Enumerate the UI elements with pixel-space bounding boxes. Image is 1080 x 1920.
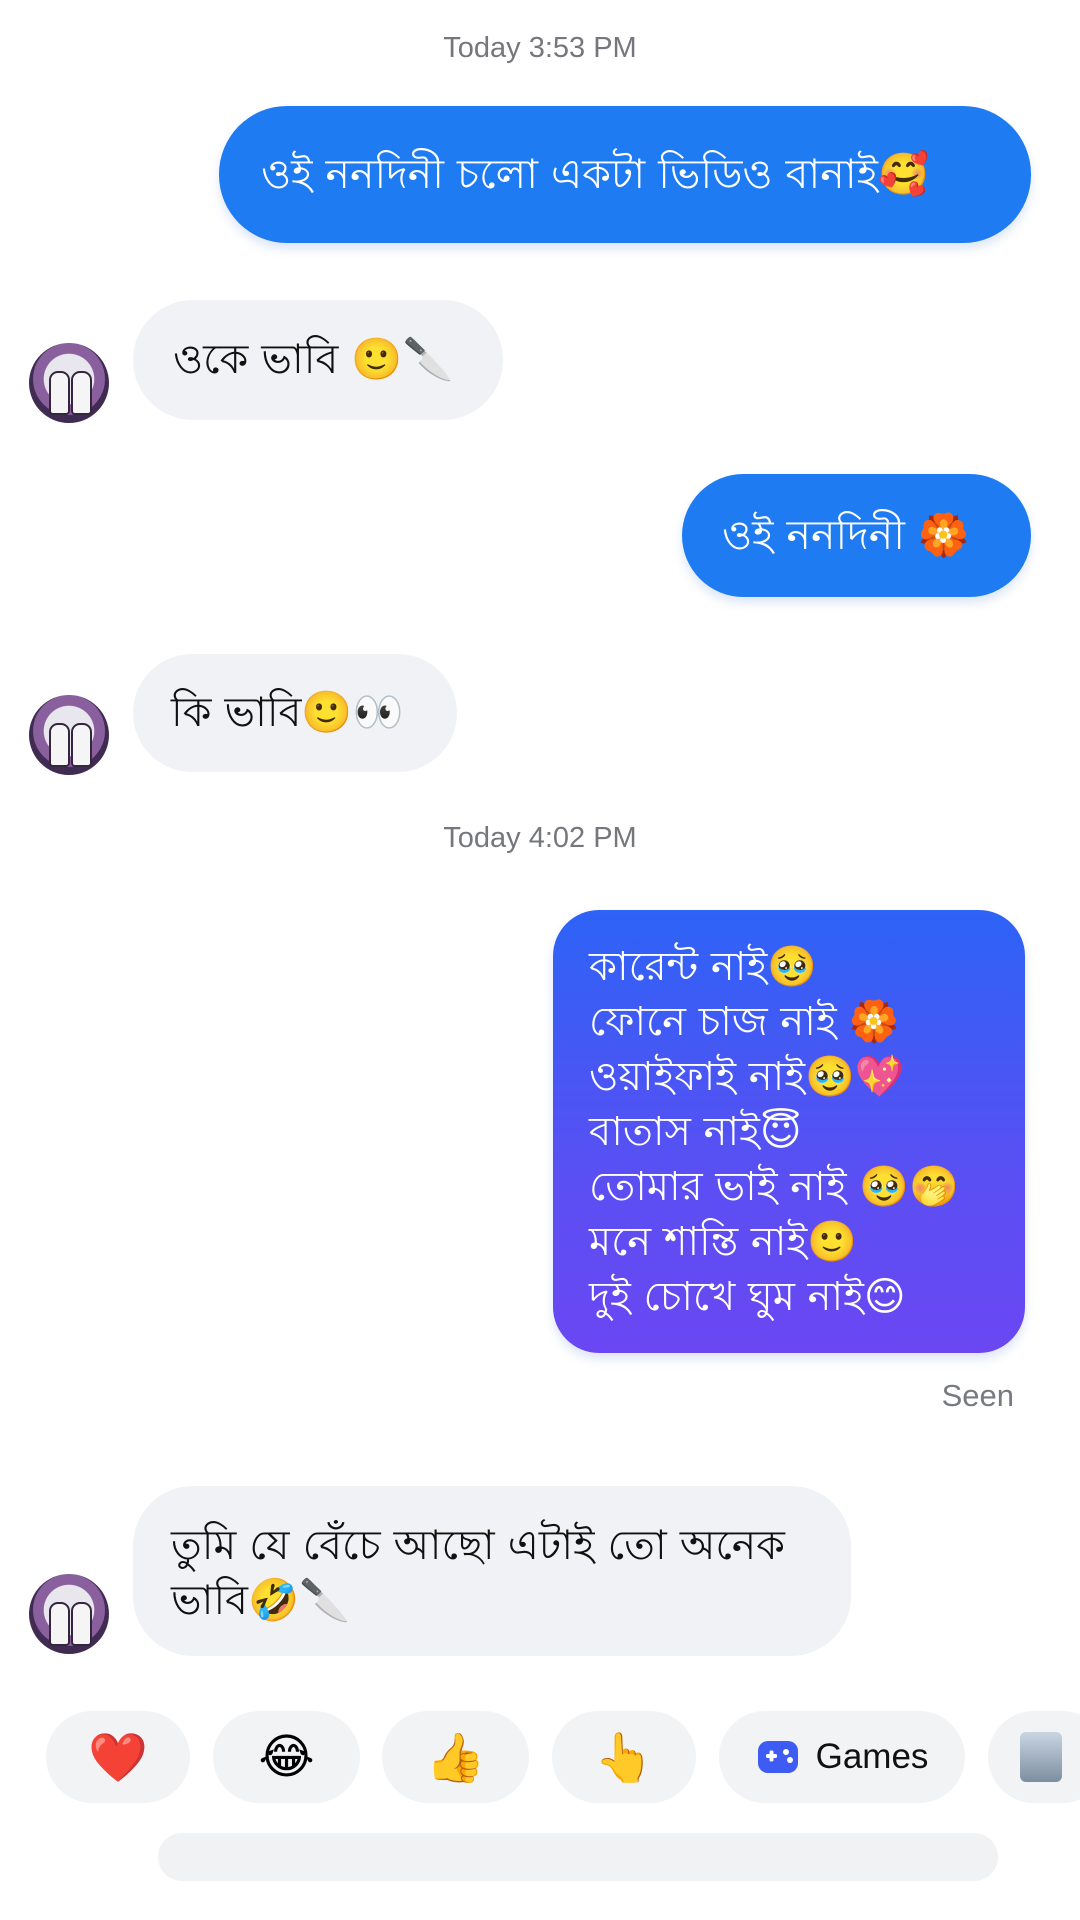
pointing-finger-icon: 👆 [594, 1729, 654, 1786]
point-up-reaction-button[interactable]: 👆 [552, 1711, 696, 1803]
message-incoming[interactable]: কি ভাবি🙂👀 [133, 654, 457, 772]
quick-reply-row: ❤️ 😂 👍 👆 Games [0, 1711, 1080, 1803]
message-outgoing[interactable]: ওই ননদিনী চলো একটা ভিডিও বানাই🥰 [219, 106, 1031, 243]
contact-avatar[interactable] [29, 343, 109, 423]
timestamp: Today 3:53 PM [443, 32, 637, 64]
heart-icon: ❤️ [88, 1729, 148, 1786]
message-composer[interactable] [158, 1833, 998, 1881]
gamepad-icon [757, 1741, 798, 1773]
timestamp: Today 4:02 PM [443, 822, 637, 854]
contact-avatar[interactable] [29, 1574, 109, 1654]
laughing-face-icon: 😂 [258, 1729, 315, 1785]
thumbs-up-icon: 👍 [425, 1729, 486, 1786]
message-incoming[interactable]: তুমি যে বেঁচে আছো এটাই তো অনেক ভাবি🤣🔪 [133, 1486, 851, 1656]
laugh-reaction-button[interactable]: 😂 [213, 1711, 360, 1803]
thumbs-up-reaction-button[interactable]: 👍 [382, 1711, 529, 1803]
seen-status: Seen [941, 1378, 1014, 1413]
heart-reaction-button[interactable]: ❤️ [46, 1711, 190, 1803]
sticker-button[interactable] [988, 1711, 1080, 1803]
games-button[interactable]: Games [719, 1711, 965, 1803]
message-outgoing[interactable]: ওই ননদিনী 🏵️ [682, 474, 1031, 597]
sticker-thumbnail-icon [1020, 1732, 1062, 1782]
message-incoming[interactable]: ওকে ভাবি 🙂🔪 [133, 300, 503, 420]
message-outgoing[interactable]: কারেন্ট নাই🥹 ফোনে চাজ নাই 🏵️ ওয়াইফাই না… [553, 910, 1025, 1353]
contact-avatar[interactable] [29, 695, 109, 775]
games-label: Games [815, 1737, 929, 1776]
